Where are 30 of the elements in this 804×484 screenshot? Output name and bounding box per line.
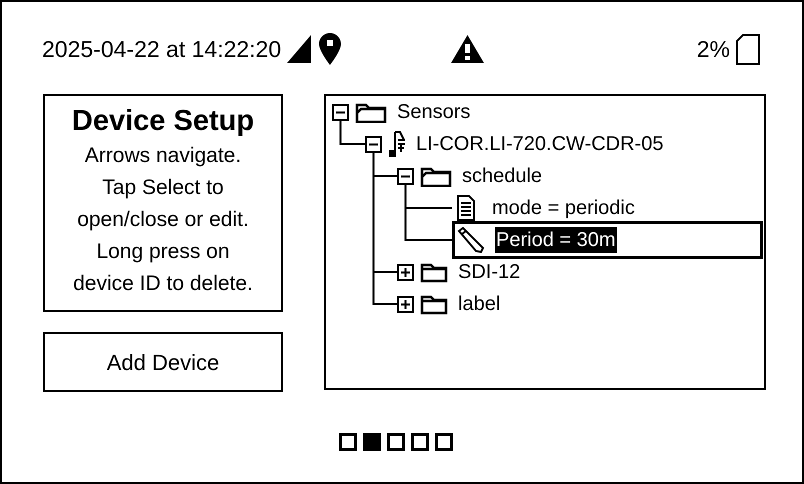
open-folder-icon <box>420 165 452 187</box>
open-folder-icon <box>355 101 387 123</box>
panel-title: Device Setup <box>72 104 254 139</box>
folder-icon <box>420 261 448 283</box>
date-time: 2025-04-22 at 14:22:20 <box>42 38 282 60</box>
signal-icon <box>287 35 312 63</box>
instructions-text: Arrows navigate. Tap Select to open/close or edit. Long press on device ID to delete. <box>73 143 253 297</box>
battery-icon <box>736 34 760 64</box>
tree-item[interactable]: Period = 30m <box>452 221 763 259</box>
warning-icon <box>451 35 484 63</box>
collapse-icon[interactable] <box>365 136 382 152</box>
pencil-icon <box>457 227 485 253</box>
collapse-icon[interactable] <box>332 104 349 120</box>
tree-item[interactable]: mode = periodic <box>452 192 636 224</box>
folder-icon <box>420 293 448 315</box>
document-icon <box>457 195 475 221</box>
tree-connector <box>340 120 365 145</box>
expand-icon[interactable] <box>397 264 414 280</box>
tree-connector <box>404 184 452 241</box>
tree-item[interactable]: SDI-12 <box>458 259 520 285</box>
tree-item[interactable]: schedule <box>462 163 542 189</box>
battery-percent: 2% <box>696 38 730 60</box>
expand-icon[interactable] <box>397 296 414 312</box>
location-pin-icon <box>319 33 342 65</box>
collapse-icon[interactable] <box>397 168 414 184</box>
plug-icon <box>388 130 406 158</box>
add-device-button[interactable]: Add Device <box>43 332 283 392</box>
tree-item[interactable]: label <box>458 291 500 317</box>
tree-item[interactable]: Sensors <box>397 99 470 125</box>
tree-item[interactable]: LI-COR.LI-720.CW-CDR-05 <box>416 131 664 157</box>
